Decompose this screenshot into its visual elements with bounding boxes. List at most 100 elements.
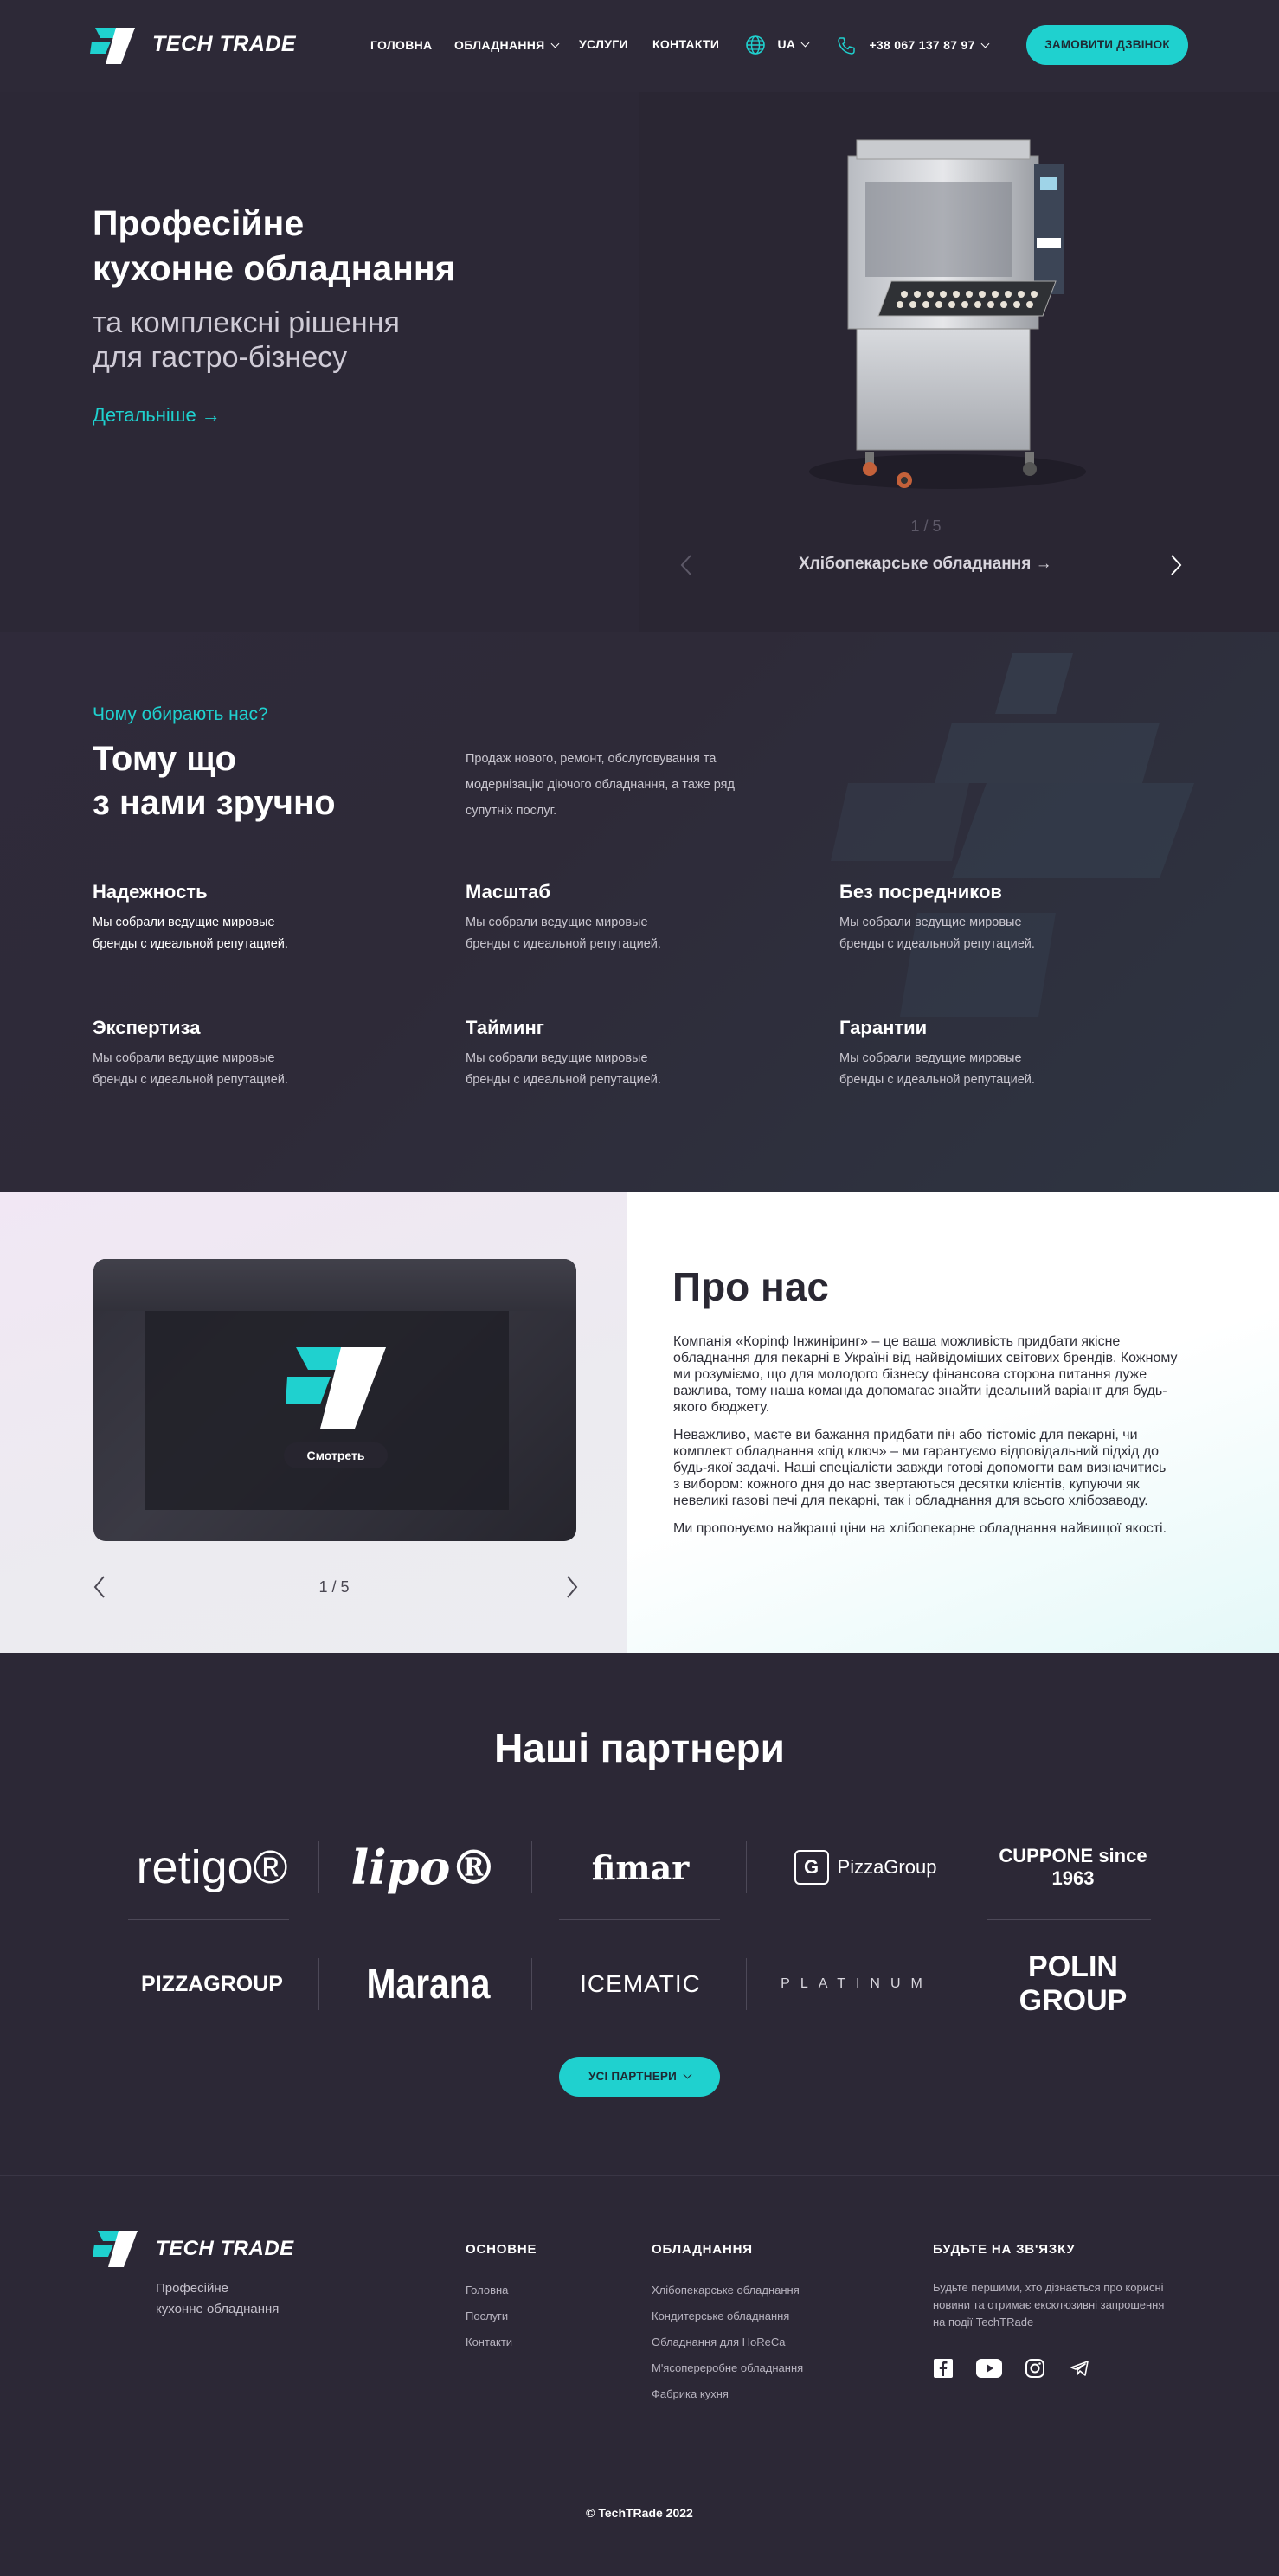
logo-text[interactable]: TECH TRADE	[152, 32, 296, 57]
globe-icon	[746, 35, 765, 55]
order-call-button[interactable]: ЗАМОВИТИ ДЗВІНОК	[1026, 25, 1188, 65]
footer-col2-title: ОБЛАДНАННЯ	[652, 2242, 753, 2257]
footer-logo-mark-icon[interactable]	[92, 2227, 140, 2269]
logo-mark-icon	[90, 28, 135, 64]
about-line: будь-якої задачі. Наші спеціалісти завжд…	[673, 1461, 1167, 1475]
chevron-down-icon	[550, 39, 559, 48]
feature-text: бренды с идеальной репутацией.	[93, 1073, 288, 1087]
feature-title: Тайминг	[466, 1017, 544, 1038]
why-intro-line: Продаж нового, ремонт, обслуговування та	[466, 752, 717, 766]
divider	[559, 1919, 720, 1920]
partners-title: Наші партнери	[494, 1725, 785, 1770]
feature-text: Мы собрали ведущие мировые	[93, 1051, 275, 1065]
feature-text: бренды с идеальной репутацией.	[839, 937, 1035, 951]
about-video[interactable]: Смотреть	[93, 1259, 576, 1541]
nav-contacts[interactable]: КОНТАКТИ	[652, 37, 719, 51]
nav-home[interactable]: ГОЛОВНА	[370, 38, 432, 52]
chevron-down-icon	[683, 2070, 692, 2079]
about-line: ми розуміємо, що для молодого бізнесу фі…	[673, 1367, 1147, 1382]
divider	[318, 1958, 319, 2010]
partner-logo-polin[interactable]: POLIN GROUP	[991, 1950, 1155, 2017]
partner-logo-pizzagroup-2[interactable]: PIZZAGROUP	[125, 1958, 299, 2010]
about-line: з вибором: кожного дня до нас звертаютьс…	[673, 1477, 1140, 1492]
instagram-icon[interactable]	[1024, 2357, 1046, 2380]
why-title-line2: з нами зручно	[93, 784, 336, 822]
feature-text: бренды с идеальной репутацией.	[466, 1073, 661, 1087]
partner-logo-pizzagroup[interactable]: G PizzaGroup	[779, 1841, 952, 1893]
about-line: якого бюджету.	[673, 1400, 770, 1415]
partner-logo-platinum[interactable]: PLATINUM	[766, 1960, 948, 2008]
phone-selector[interactable]: +38 067 137 87 97	[836, 35, 990, 56]
decorative-logo-watermark-icon	[831, 653, 1194, 1017]
telegram-icon[interactable]	[1069, 2357, 1091, 2380]
feature-reliability: Надежность Мы собрали ведущие мировые бр…	[93, 881, 288, 955]
footer-newsletter-text: Будьте першими, хто дізнається про корис…	[933, 2279, 1164, 2331]
all-partners-label: УСІ ПАРТНЕРИ	[588, 2070, 678, 2083]
lang-label: UA	[777, 37, 796, 51]
footer-link-confectionery[interactable]: Кондитерське обладнання	[652, 2309, 789, 2322]
hero-slide-caption[interactable]: Хлібопекарське обладнання →	[799, 555, 1052, 574]
divider	[746, 1841, 747, 1893]
hero-prev-arrow-icon[interactable]	[680, 554, 692, 576]
footer-col3-title: БУДЬТЕ НА ЗВ'ЯЗКУ	[933, 2242, 1076, 2257]
footer-text-line: Будьте першими, хто дізнається про корис…	[933, 2281, 1164, 2294]
footer-link-contacts[interactable]: Контакти	[466, 2335, 512, 2348]
logo[interactable]	[90, 24, 137, 70]
divider	[987, 1919, 1151, 1920]
footer-tagline-line: Професійне	[156, 2281, 228, 2296]
about-line: Неважливо, маєте ви бажання придбати піч…	[673, 1428, 1138, 1442]
about-prev-arrow-icon[interactable]	[93, 1575, 106, 1599]
copyright: © TechTRade 2022	[586, 2506, 693, 2520]
feature-text: Мы собрали ведущие мировые	[839, 915, 1022, 929]
youtube-icon[interactable]	[976, 2357, 1002, 2380]
about-line: обладнання для пекарні в Україні від най…	[673, 1351, 1178, 1365]
partner-logo-fimar[interactable]: fimar	[562, 1841, 718, 1893]
feature-title: Без посредников	[839, 881, 1002, 903]
footer-link-meat[interactable]: М'ясопереробне обладнання	[652, 2361, 803, 2374]
feature-text: Мы собрали ведущие мировые	[466, 1051, 648, 1065]
why-intro-line: модернізацію діючого обладнання, а таже …	[466, 778, 735, 792]
feature-scale: Масштаб Мы собрали ведущие мировые бренд…	[466, 881, 661, 955]
phone-number: +38 067 137 87 97	[869, 38, 975, 52]
hero-title-line1: Професійне	[93, 203, 305, 243]
feature-expertise: Экспертиза Мы собрали ведущие мировые бр…	[93, 1017, 288, 1091]
hero-title-line2: кухонне обладнання	[93, 248, 456, 288]
divider	[531, 1958, 532, 2010]
phone-icon	[838, 37, 855, 55]
footer-link-home[interactable]: Головна	[466, 2284, 508, 2297]
why-kicker: Чому обирають нас?	[93, 704, 268, 724]
partner-logo-lipo[interactable]: lipo®	[342, 1839, 506, 1896]
feature-title: Экспертиза	[93, 1017, 201, 1038]
footer-link-horeca[interactable]: Обладнання для HoReCa	[652, 2335, 785, 2348]
pizzagroup-icon: G	[794, 1850, 829, 1885]
all-partners-button[interactable]: УСІ ПАРТНЕРИ	[559, 2057, 720, 2097]
footer-link-services[interactable]: Послуги	[466, 2309, 508, 2322]
footer-text-line: новини та отримає ексклюзивні запрошення	[933, 2298, 1165, 2311]
hero-details-link[interactable]: Детальніше →	[93, 404, 221, 427]
facebook-icon[interactable]	[932, 2357, 954, 2380]
about-text-panel	[627, 1192, 1279, 1653]
partner-name: PizzaGroup	[837, 1856, 937, 1878]
language-selector[interactable]: UA	[745, 35, 810, 55]
nav-services[interactable]: УСЛУГИ	[579, 37, 628, 51]
nav-equipment[interactable]: ОБЛАДНАННЯ	[454, 38, 545, 52]
why-intro: Продаж нового, ремонт, обслуговування та…	[466, 746, 735, 824]
footer-logo-text[interactable]: TECH TRADE	[156, 2237, 294, 2261]
footer-link-kitchen[interactable]: Фабрика кухня	[652, 2387, 729, 2400]
hero-subtitle-line1: та комплексні рішення	[93, 306, 400, 339]
watch-button[interactable]: Смотреть	[284, 1442, 388, 1468]
partner-logo-retigo[interactable]: retigo®	[130, 1839, 294, 1896]
partner-logo-cuppone[interactable]: CUPPONE since 1963	[991, 1841, 1155, 1893]
feature-text: бренды с идеальной репутацией.	[93, 937, 288, 951]
partner-logo-marana[interactable]: Marana	[355, 1956, 502, 2013]
about-next-arrow-icon[interactable]	[566, 1575, 578, 1599]
partner-logo-icematic[interactable]: ICEMATIC	[562, 1960, 718, 2008]
footer-link-bakery[interactable]: Хлібопекарське обладнання	[652, 2284, 800, 2297]
feature-no-intermediaries: Без посредников Мы собрали ведущие миров…	[839, 881, 1035, 955]
hero-next-arrow-icon[interactable]	[1170, 554, 1182, 576]
footer-tagline: Професійне кухонне обладнання	[156, 2278, 279, 2320]
feature-text: Мы собрали ведущие мировые	[839, 1051, 1022, 1065]
play-logo-icon	[286, 1347, 386, 1429]
about-paragraph-1: Компанія «Коріnф Інжиніринг» – це ваша м…	[673, 1333, 1227, 1416]
why-title-line1: Тому що	[93, 740, 236, 778]
